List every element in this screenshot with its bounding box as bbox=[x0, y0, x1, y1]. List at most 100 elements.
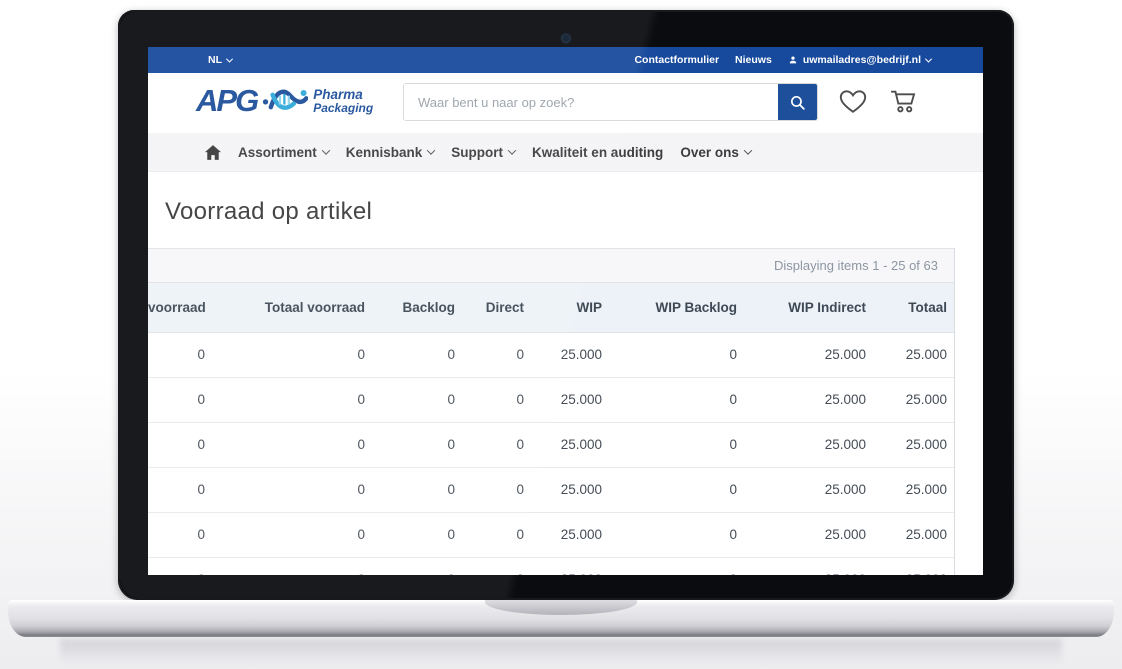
chevron-down-icon bbox=[322, 146, 330, 154]
column-header[interactable]: WIP Backlog bbox=[602, 283, 737, 332]
wishlist-heart-button[interactable] bbox=[838, 87, 868, 115]
table-cell: 0 bbox=[365, 377, 455, 422]
language-selector[interactable]: NL bbox=[208, 54, 232, 66]
dna-helix-icon bbox=[262, 82, 308, 120]
webcam-icon bbox=[563, 35, 570, 42]
pagination-status: Displaying items 1 - 25 of 63 bbox=[148, 248, 954, 283]
chevron-down-icon bbox=[744, 146, 752, 154]
chevron-down-icon bbox=[427, 146, 435, 154]
search-bar bbox=[403, 83, 818, 121]
nav-item-label: Assortiment bbox=[238, 145, 317, 160]
table-cell: 25.000 bbox=[524, 422, 602, 467]
table-cell: 0 bbox=[365, 557, 455, 575]
nav-item-kwaliteit-en-auditing[interactable]: Kwaliteit en auditing bbox=[532, 145, 663, 160]
chevron-down-icon bbox=[508, 146, 516, 154]
column-header[interactable]: voorraad bbox=[148, 283, 205, 332]
table-cell: 25.000 bbox=[737, 512, 866, 557]
nav-item-label: Support bbox=[451, 145, 503, 160]
table-row[interactable]: 000025.000025.00025.000 bbox=[148, 377, 954, 422]
table-cell: 25.000 bbox=[737, 422, 866, 467]
laptop-base bbox=[8, 600, 1114, 637]
table-cell: 25.000 bbox=[524, 512, 602, 557]
chevron-down-icon bbox=[226, 55, 233, 62]
table-cell: 25.000 bbox=[737, 377, 866, 422]
search-icon bbox=[789, 94, 806, 111]
site-header: APG Pharma Packaging bbox=[148, 73, 983, 133]
table-row[interactable]: 000025.000025.00025.000 bbox=[148, 512, 954, 557]
table-cell: 0 bbox=[455, 557, 524, 575]
table-row[interactable]: 000025.000025.00025.000 bbox=[148, 467, 954, 512]
logo-tagline-line2: Packaging bbox=[313, 102, 373, 115]
table-cell: 0 bbox=[148, 377, 205, 422]
table-cell: 0 bbox=[205, 557, 365, 575]
column-header[interactable]: WIP Indirect bbox=[737, 283, 866, 332]
table-cell: 0 bbox=[365, 422, 455, 467]
table-cell: 25.000 bbox=[737, 557, 866, 575]
table-cell: 0 bbox=[602, 467, 737, 512]
inventory-table: Displaying items 1 - 25 of 63 voorraadTo… bbox=[148, 248, 955, 575]
search-button[interactable] bbox=[778, 84, 817, 120]
home-icon bbox=[205, 145, 221, 160]
table-cell: 25.000 bbox=[524, 332, 602, 377]
table-cell: 0 bbox=[602, 557, 737, 575]
logo-tagline: Pharma Packaging bbox=[313, 88, 373, 115]
table-cell: 25.000 bbox=[866, 332, 954, 377]
table-header-row: voorraadTotaal voorraadBacklogDirectWIPW… bbox=[148, 283, 954, 332]
table-row[interactable]: 000025.000025.00025.000 bbox=[148, 422, 954, 467]
table-cell: 25.000 bbox=[737, 332, 866, 377]
language-label: NL bbox=[208, 54, 222, 66]
logo-brand-text: APG bbox=[196, 83, 257, 119]
table-cell: 0 bbox=[205, 332, 365, 377]
table-row[interactable]: 000025.000025.00025.000 bbox=[148, 557, 954, 575]
table-cell: 0 bbox=[602, 377, 737, 422]
news-link[interactable]: Nieuws bbox=[735, 54, 772, 66]
table-cell: 25.000 bbox=[866, 512, 954, 557]
table-cell: 25.000 bbox=[866, 467, 954, 512]
table-cell: 0 bbox=[365, 512, 455, 557]
column-header[interactable]: Totaal voorraad bbox=[205, 283, 365, 332]
logo[interactable]: APG Pharma Packaging bbox=[196, 82, 373, 120]
table-cell: 0 bbox=[205, 422, 365, 467]
table-cell: 0 bbox=[602, 422, 737, 467]
logo-tagline-line1: Pharma bbox=[313, 88, 373, 102]
nav-item-assortiment[interactable]: Assortiment bbox=[238, 145, 329, 160]
laptop-reflection bbox=[60, 639, 1062, 665]
table-cell: 25.000 bbox=[866, 422, 954, 467]
nav-item-kennisbank[interactable]: Kennisbank bbox=[346, 145, 435, 160]
browser-screen: NL Contactformulier Nieuws uwmailadres@b… bbox=[148, 47, 983, 575]
column-header[interactable]: Backlog bbox=[365, 283, 455, 332]
table-cell: 0 bbox=[148, 332, 205, 377]
column-header[interactable]: Totaal bbox=[866, 283, 954, 332]
laptop-lid: NL Contactformulier Nieuws uwmailadres@b… bbox=[118, 10, 1014, 600]
table-cell: 25.000 bbox=[524, 467, 602, 512]
laptop-lid-notch bbox=[485, 600, 637, 615]
table-cell: 0 bbox=[148, 557, 205, 575]
table-cell: 0 bbox=[602, 512, 737, 557]
account-email: uwmailadres@bedrijf.nl bbox=[803, 54, 921, 66]
table-cell: 0 bbox=[205, 512, 365, 557]
chevron-down-icon bbox=[925, 55, 932, 62]
contact-link[interactable]: Contactformulier bbox=[634, 54, 719, 66]
search-input[interactable] bbox=[404, 84, 778, 120]
table-cell: 0 bbox=[148, 467, 205, 512]
table-cell: 25.000 bbox=[737, 467, 866, 512]
nav-item-support[interactable]: Support bbox=[451, 145, 515, 160]
table-cell: 0 bbox=[455, 512, 524, 557]
user-icon bbox=[788, 55, 798, 65]
stock-table: voorraadTotaal voorraadBacklogDirectWIPW… bbox=[148, 283, 954, 575]
nav-item-label: Kennisbank bbox=[346, 145, 423, 160]
cart-button[interactable] bbox=[888, 87, 919, 115]
table-cell: 25.000 bbox=[524, 377, 602, 422]
main-nav: Assortiment Kennisbank Support Kwaliteit en… bbox=[148, 133, 983, 172]
topbar: NL Contactformulier Nieuws uwmailadres@b… bbox=[148, 47, 983, 73]
table-cell: 0 bbox=[455, 332, 524, 377]
account-menu[interactable]: uwmailadres@bedrijf.nl bbox=[788, 54, 931, 66]
home-button[interactable] bbox=[205, 145, 221, 160]
table-cell: 0 bbox=[365, 332, 455, 377]
table-cell: 0 bbox=[365, 467, 455, 512]
nav-item-label: Over ons bbox=[680, 145, 739, 160]
column-header[interactable]: Direct bbox=[455, 283, 524, 332]
column-header[interactable]: WIP bbox=[524, 283, 602, 332]
nav-item-over-ons[interactable]: Over ons bbox=[680, 145, 751, 160]
table-row[interactable]: 000025.000025.00025.000 bbox=[148, 332, 954, 377]
